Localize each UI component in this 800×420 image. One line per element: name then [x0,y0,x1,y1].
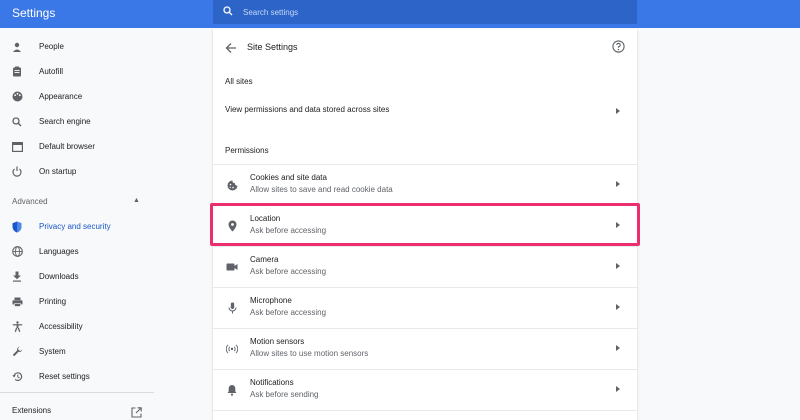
chevron-right-icon [616,181,620,187]
sidebar-item-on-startup[interactable]: On startup [0,159,154,184]
all-sites-heading: All sites [225,77,253,86]
sidebar-item-label: Appearance [39,92,83,101]
permission-subtitle: Ask before sending [250,390,319,399]
sidebar-item-label: Reset settings [39,372,90,381]
camera-icon [225,260,239,274]
sidebar-item-label: Privacy and security [39,222,111,231]
sidebar-item-label: System [39,347,66,356]
sidebar-item-autofill[interactable]: Autofill [0,59,154,84]
chevron-right-icon [616,108,620,114]
permission-subtitle: Ask before accessing [250,308,327,317]
search-input[interactable] [243,7,603,17]
sidebar-item-downloads[interactable]: Downloads [0,264,154,289]
chevron-right-icon [616,386,620,392]
sidebar-item-extensions[interactable]: Extensions [0,400,154,420]
permission-title: Microphone [250,296,292,305]
sidebar-item-people[interactable]: People [0,34,154,59]
sidebar-item-label: Accessibility [39,322,83,331]
person-icon [11,41,23,53]
sidebar-item-languages[interactable]: Languages [0,239,154,264]
sidebar-item-label: Languages [39,247,79,256]
sidebar-item-label: People [39,42,64,51]
search-icon [223,3,233,21]
advanced-toggle[interactable]: Advanced ▲ [0,194,154,210]
permission-row-microphone[interactable]: Microphone Ask before accessing [213,287,637,327]
permission-subtitle: Ask before accessing [250,226,327,235]
sidebar-item-label: Printing [39,297,67,306]
browser-icon [11,141,23,153]
cookie-icon [225,178,239,192]
sidebar-item-search-engine[interactable]: Search engine [0,109,154,134]
history-icon [11,371,23,383]
permission-title: Location [250,214,281,223]
app-title: Settings [12,6,56,20]
chevron-right-icon [616,222,620,228]
view-permissions-row[interactable]: View permissions and data stored across … [213,91,637,127]
search-box[interactable] [213,0,637,24]
view-permissions-label: View permissions and data stored across … [225,105,390,114]
chevron-up-icon: ▲ [133,197,140,204]
microphone-icon [225,301,239,315]
permission-subtitle: Ask before accessing [250,267,327,276]
permission-title: Cookies and site data [250,173,327,182]
sidebar-item-label: Search engine [39,117,91,126]
site-settings-card: Site Settings All sites View permissions… [213,29,637,420]
permission-row-camera[interactable]: Camera Ask before accessing [213,246,637,286]
open-in-new-icon [131,405,142,420]
permission-row-next[interactable] [213,410,637,420]
permission-row-motion-sensors[interactable]: Motion sensors Allow sites to use motion… [213,328,637,368]
permission-title: Motion sensors [250,337,305,346]
sidebar-item-privacy-and-security[interactable]: Privacy and security [0,214,154,239]
permissions-heading: Permissions [225,146,269,155]
sidebar-item-label: On startup [39,167,77,176]
permission-row-cookies[interactable]: Cookies and site data Allow sites to sav… [213,164,637,204]
sidebar-item-label: Default browser [39,142,96,151]
permission-title: Notifications [250,378,294,387]
wrench-icon [11,346,23,358]
chevron-right-icon [616,304,620,310]
permission-row-notifications[interactable]: Notifications Ask before sending [213,369,637,409]
bell-icon [225,383,239,397]
sidebar-item-label: Extensions [12,406,52,415]
chevron-right-icon [616,345,620,351]
sidebar-item-printing[interactable]: Printing [0,289,154,314]
accessibility-icon [11,321,23,333]
sidebar-item-default-browser[interactable]: Default browser [0,134,154,159]
permission-row-location[interactable]: Location Ask before accessing [213,205,637,245]
advanced-label: Advanced [12,197,48,206]
sidebar-divider [0,392,154,393]
location-pin-icon [225,219,239,233]
permission-title: Camera [250,255,279,264]
sidebar: People Autofill Appearance Search engine… [0,28,154,420]
permission-subtitle: Allow sites to save and read cookie data [250,185,393,194]
sidebar-item-reset-settings[interactable]: Reset settings [0,364,154,389]
palette-icon [11,91,23,103]
printer-icon [11,296,23,308]
sidebar-item-label: Downloads [39,272,79,281]
help-icon[interactable] [612,40,625,58]
page-title: Site Settings [247,42,298,52]
sidebar-item-accessibility[interactable]: Accessibility [0,314,154,339]
sidebar-item-appearance[interactable]: Appearance [0,84,154,109]
search-icon [11,116,23,128]
clipboard-icon [11,66,23,78]
chevron-right-icon [616,263,620,269]
sidebar-item-system[interactable]: System [0,339,154,364]
shield-icon [11,221,23,233]
motion-sensor-icon [225,342,239,356]
globe-icon [11,246,23,258]
back-arrow-icon[interactable] [225,41,239,55]
power-icon [11,166,23,178]
sidebar-item-label: Autofill [39,67,64,76]
download-icon [11,271,23,283]
permission-subtitle: Allow sites to use motion sensors [250,349,369,358]
